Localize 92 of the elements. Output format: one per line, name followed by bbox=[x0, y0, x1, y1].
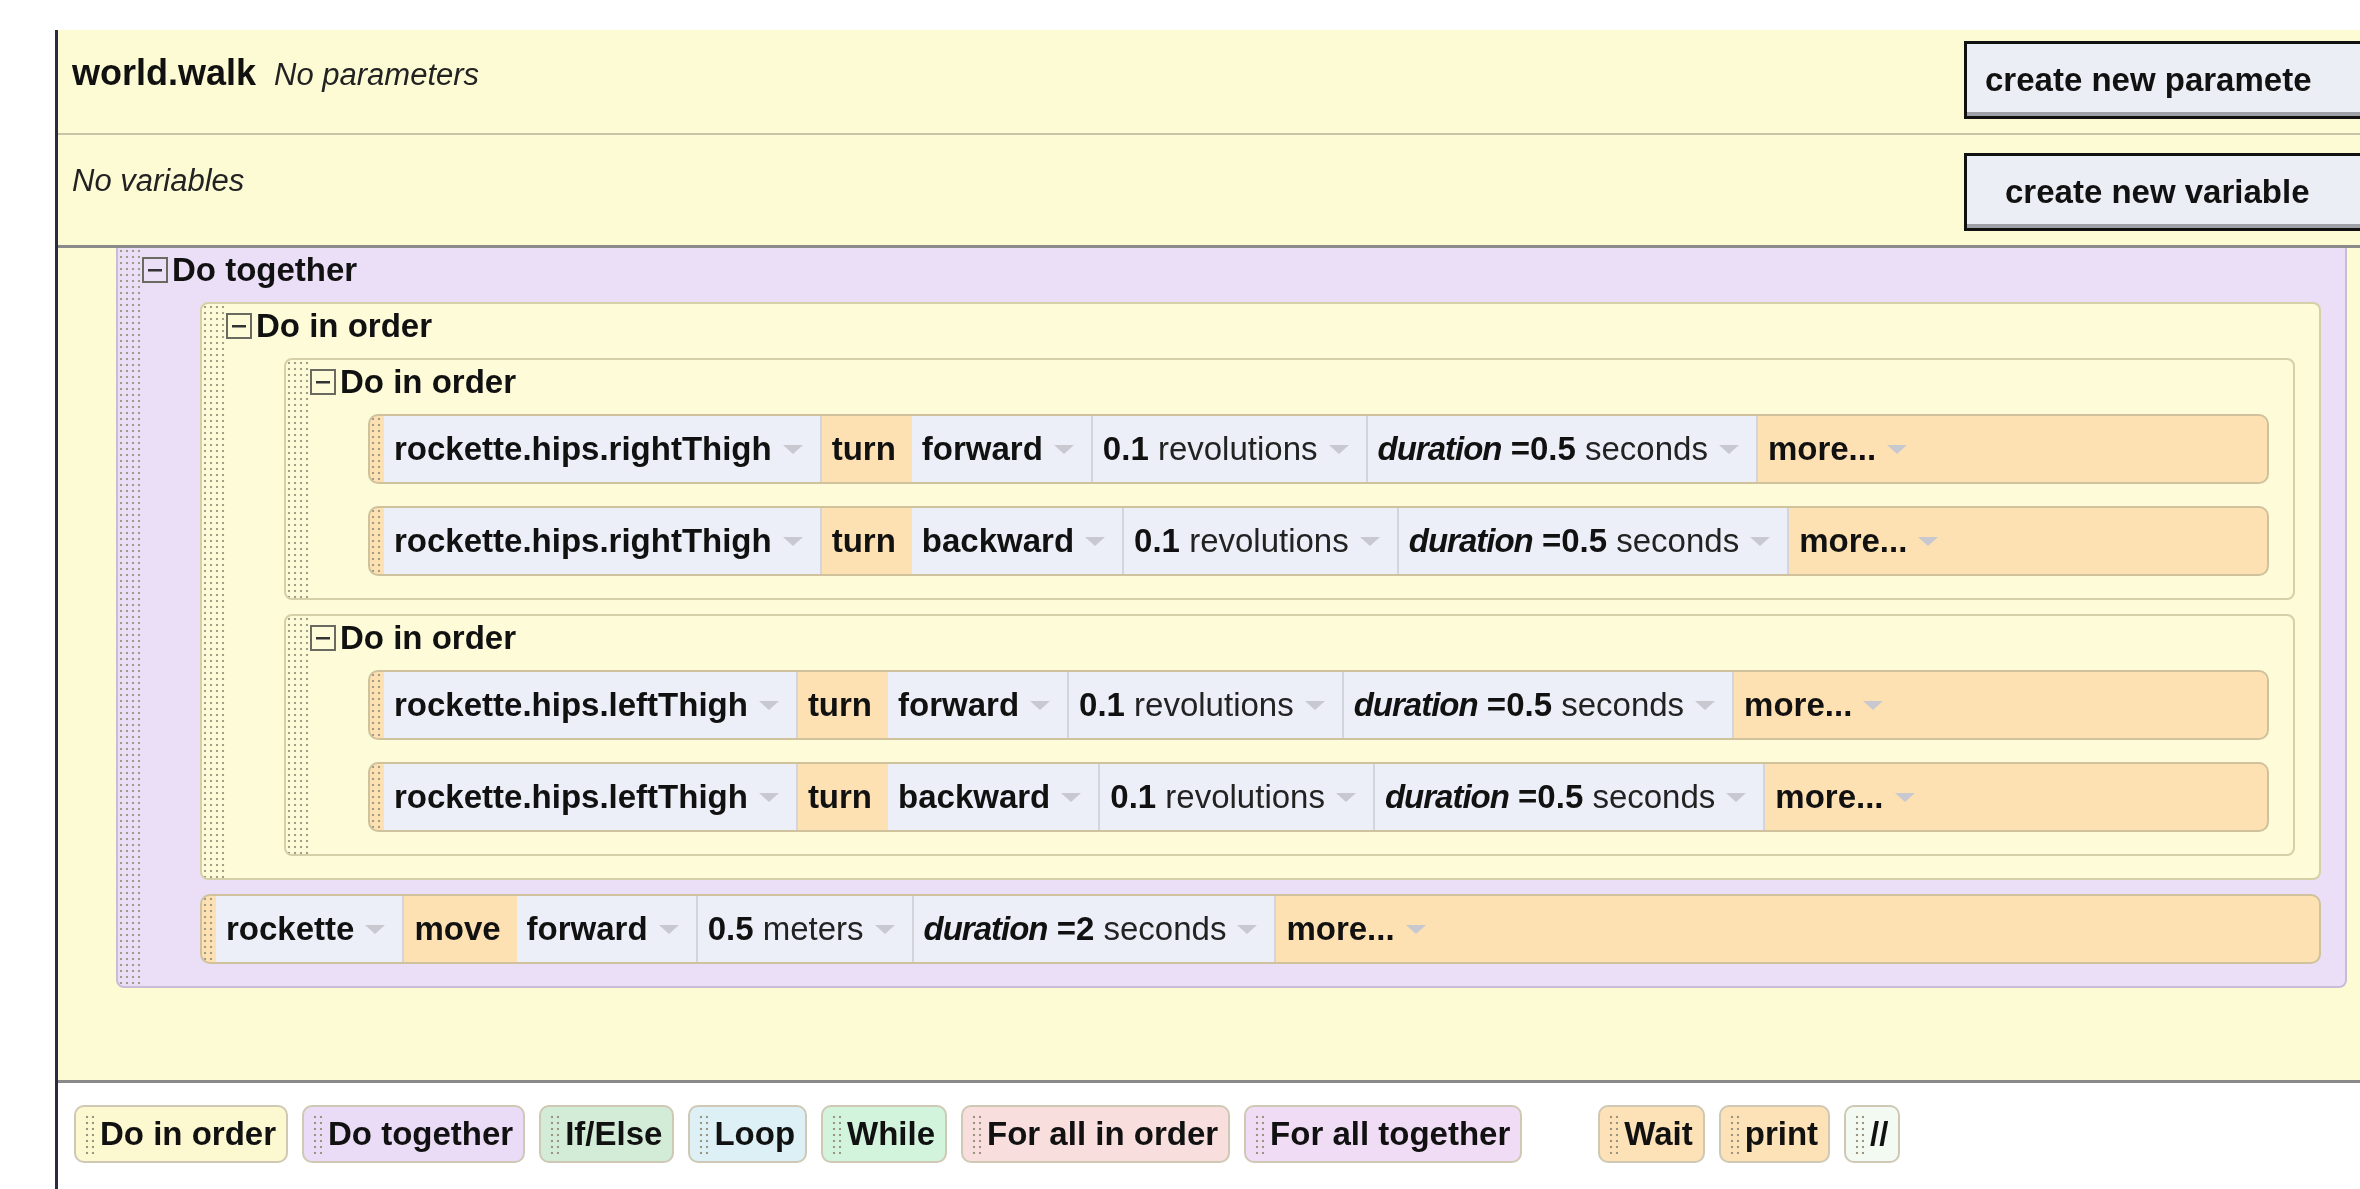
direction-dropdown[interactable]: forward bbox=[911, 416, 1093, 482]
palette-tile[interactable]: For all together bbox=[1244, 1105, 1523, 1163]
collapse-icon[interactable] bbox=[310, 369, 336, 395]
dropdown-caret-icon[interactable] bbox=[781, 443, 804, 455]
more-dropdown[interactable]: more... bbox=[1757, 416, 2267, 482]
method-label: turn bbox=[806, 685, 874, 725]
grip-handle[interactable] bbox=[370, 508, 384, 574]
grip-handle[interactable] bbox=[286, 616, 310, 854]
statement-tile[interactable]: rockette.hips.leftThigh turn forward 0.1 revolutions duration =0.5 seconds more... bbox=[368, 670, 2269, 740]
dropdown-caret-icon[interactable] bbox=[1029, 699, 1052, 711]
dropdown-caret-icon[interactable] bbox=[1862, 699, 1885, 711]
grip-handle[interactable] bbox=[370, 764, 384, 830]
dropdown-caret-icon[interactable] bbox=[1060, 791, 1083, 803]
dropdown-caret-icon[interactable] bbox=[873, 923, 896, 935]
dropdown-caret-icon[interactable] bbox=[1694, 699, 1717, 711]
collapse-icon[interactable] bbox=[310, 625, 336, 651]
palette-tile[interactable]: While bbox=[821, 1105, 948, 1163]
direction-dropdown[interactable]: forward bbox=[888, 672, 1070, 738]
object-dropdown[interactable]: rockette.hips.rightThigh bbox=[384, 508, 822, 574]
statement-tile[interactable]: rockette.hips.rightThigh turn backward 0.1 revolutions duration =0.5 seconds more... bbox=[368, 506, 2269, 576]
palette-tile[interactable]: If/Else bbox=[539, 1105, 675, 1163]
palette-tile[interactable]: Loop bbox=[688, 1105, 808, 1163]
more-dropdown[interactable]: more... bbox=[1276, 896, 2319, 962]
method-label: turn bbox=[830, 521, 897, 561]
duration-dropdown[interactable]: duration =0.5 seconds bbox=[1367, 416, 1758, 482]
amount-dropdown[interactable]: 0.1 revolutions bbox=[1069, 672, 1344, 738]
amount-dropdown[interactable]: 0.1 revolutions bbox=[1100, 764, 1375, 830]
palette-tile[interactable]: print bbox=[1718, 1105, 1831, 1163]
amount-dropdown[interactable]: 0.1 revolutions bbox=[1124, 508, 1399, 574]
block-title: Do in order bbox=[340, 363, 516, 401]
grip-handle[interactable] bbox=[202, 304, 226, 878]
dropdown-caret-icon[interactable] bbox=[1917, 535, 1940, 547]
method-label: turn bbox=[830, 429, 897, 469]
variables-label: No variables bbox=[72, 163, 245, 199]
dropdown-caret-icon[interactable] bbox=[1886, 443, 1909, 455]
dropdown-caret-icon[interactable] bbox=[781, 535, 804, 547]
dropdown-caret-icon[interactable] bbox=[757, 791, 780, 803]
block-title: Do together bbox=[172, 251, 358, 289]
dropdown-caret-icon[interactable] bbox=[1358, 535, 1381, 547]
dropdown-caret-icon[interactable] bbox=[1327, 443, 1350, 455]
dropdown-caret-icon[interactable] bbox=[1725, 791, 1748, 803]
direction-dropdown[interactable]: forward bbox=[516, 896, 698, 962]
statement-tile[interactable]: rockette move forward 0.5 meters duration =2 seconds more... bbox=[200, 894, 2321, 964]
grip-handle[interactable] bbox=[370, 672, 384, 738]
amount-dropdown[interactable]: 0.1 revolutions bbox=[1092, 416, 1368, 482]
dropdown-caret-icon[interactable] bbox=[1893, 791, 1916, 803]
method-label: turn bbox=[806, 777, 874, 817]
direction-dropdown[interactable]: backward bbox=[911, 508, 1125, 574]
grip-handle[interactable] bbox=[202, 896, 216, 962]
collapse-icon[interactable] bbox=[226, 313, 252, 339]
object-dropdown[interactable]: rockette bbox=[216, 896, 405, 962]
dropdown-caret-icon[interactable] bbox=[1404, 923, 1427, 935]
method-label: move bbox=[413, 909, 502, 949]
create-variable-button[interactable]: create new variable bbox=[1964, 153, 2360, 231]
palette-tile[interactable]: Do in order bbox=[74, 1105, 288, 1163]
object-dropdown[interactable]: rockette.hips.rightThigh bbox=[384, 416, 822, 482]
dropdown-caret-icon[interactable] bbox=[1749, 535, 1772, 547]
collapse-icon[interactable] bbox=[142, 257, 168, 283]
palette-tile[interactable]: For all in order bbox=[961, 1105, 1231, 1163]
palette-tile[interactable]: Wait bbox=[1598, 1105, 1705, 1163]
more-dropdown[interactable]: more... bbox=[1765, 764, 2267, 830]
object-dropdown[interactable]: rockette.hips.leftThigh bbox=[384, 672, 798, 738]
duration-dropdown[interactable]: duration =0.5 seconds bbox=[1374, 764, 1766, 830]
direction-dropdown[interactable]: backward bbox=[888, 764, 1101, 830]
dropdown-caret-icon[interactable] bbox=[1084, 535, 1107, 547]
object-dropdown[interactable]: rockette.hips.leftThigh bbox=[384, 764, 798, 830]
method-name: world.walk bbox=[72, 52, 257, 94]
statement-tile[interactable]: rockette.hips.leftThigh turn backward 0.1 revolutions duration =0.5 seconds more... bbox=[368, 762, 2269, 832]
more-dropdown[interactable]: more... bbox=[1734, 672, 2267, 738]
palette-tile[interactable]: // bbox=[1844, 1105, 1901, 1163]
grip-handle[interactable] bbox=[370, 416, 384, 482]
dropdown-caret-icon[interactable] bbox=[1052, 443, 1075, 455]
block-title: Do in order bbox=[256, 307, 432, 345]
more-dropdown[interactable]: more... bbox=[1789, 508, 2267, 574]
block-title: Do in order bbox=[340, 619, 516, 657]
amount-dropdown[interactable]: 0.5 meters bbox=[697, 896, 914, 962]
create-parameter-button[interactable]: create new paramete bbox=[1964, 41, 2360, 119]
statement-tile[interactable]: rockette.hips.rightThigh turn forward 0.1 revolutions duration =0.5 seconds more... bbox=[368, 414, 2269, 484]
dropdown-caret-icon[interactable] bbox=[1334, 791, 1357, 803]
parameters-label: No parameters bbox=[274, 57, 480, 93]
dropdown-caret-icon[interactable] bbox=[757, 699, 780, 711]
palette-tile[interactable]: Do together bbox=[302, 1105, 526, 1163]
dropdown-caret-icon[interactable] bbox=[657, 923, 680, 935]
dropdown-caret-icon[interactable] bbox=[1303, 699, 1326, 711]
grip-handle[interactable] bbox=[118, 248, 142, 986]
duration-dropdown[interactable]: duration =0.5 seconds bbox=[1343, 672, 1735, 738]
grip-handle[interactable] bbox=[286, 360, 310, 598]
dropdown-caret-icon[interactable] bbox=[1236, 923, 1259, 935]
duration-dropdown[interactable]: duration =2 seconds bbox=[913, 896, 1277, 962]
dropdown-caret-icon[interactable] bbox=[1717, 443, 1740, 455]
duration-dropdown[interactable]: duration =0.5 seconds bbox=[1398, 508, 1790, 574]
dropdown-caret-icon[interactable] bbox=[364, 923, 387, 935]
